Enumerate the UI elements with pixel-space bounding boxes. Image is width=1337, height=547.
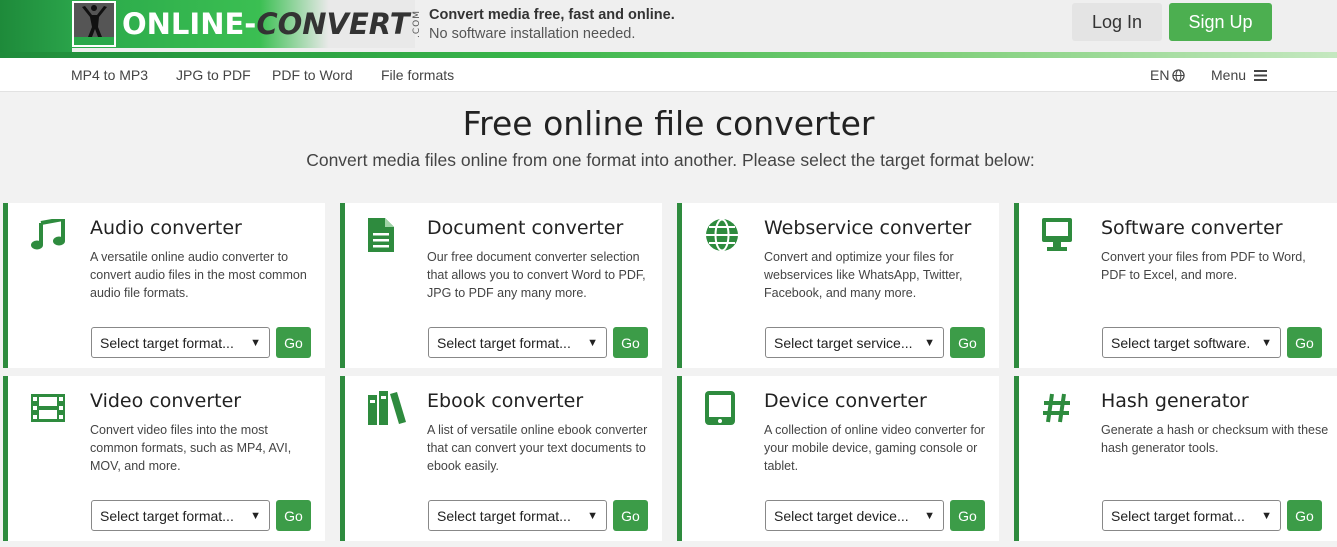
chevron-down-icon: ▼	[924, 509, 935, 522]
card-description: Convert and optimize your files for webs…	[764, 250, 963, 300]
books-icon	[368, 390, 406, 426]
tagline-primary: Convert media free, fast and online.	[429, 7, 675, 23]
card-title: Software converter	[1101, 217, 1283, 239]
card-description: A versatile online audio converter to co…	[90, 250, 307, 300]
target-format-select[interactable]: Select target format... ▼	[91, 500, 270, 531]
nav-link-file-formats[interactable]: File formats	[381, 67, 454, 83]
card-description: Our free document converter selection th…	[427, 250, 646, 300]
tagline-secondary: No software installation needed.	[429, 26, 636, 42]
card-title: Ebook converter	[427, 390, 584, 412]
language-label: EN	[1150, 67, 1170, 83]
chevron-down-icon: ▼	[587, 509, 598, 522]
card-title: Webservice converter	[764, 217, 972, 239]
tagline: Convert media free, fast and online. No …	[429, 6, 675, 44]
target-service-select[interactable]: Select target service... ▼	[765, 327, 944, 358]
menu-label: Menu	[1211, 67, 1247, 83]
select-value: Select target software.	[1111, 334, 1251, 351]
card-webservice-converter: Webservice converter Convert and optimiz…	[677, 203, 999, 368]
chevron-down-icon: ▼	[1261, 336, 1272, 349]
card-description: Convert your files from PDF to Word, PDF…	[1101, 250, 1306, 282]
go-button[interactable]: Go	[276, 500, 311, 531]
page-title: Free online file converter	[462, 104, 875, 143]
select-value: Select target format...	[100, 507, 234, 524]
select-value: Select target format...	[1111, 507, 1245, 524]
chevron-down-icon: ▼	[1261, 509, 1272, 522]
card-ebook-converter: Ebook converter A list of versatile onli…	[340, 376, 662, 541]
go-button[interactable]: Go	[950, 327, 985, 358]
language-selector[interactable]: EN	[1150, 67, 1186, 83]
target-format-select[interactable]: Select target format... ▼	[91, 327, 270, 358]
globe-icon	[705, 217, 743, 253]
film-icon	[31, 390, 69, 426]
card-description: Generate a hash or checksum with these h…	[1101, 423, 1329, 455]
go-button[interactable]: Go	[1287, 500, 1322, 531]
select-value: Select target format...	[100, 334, 234, 351]
card-description: A list of versatile online ebook convert…	[427, 423, 648, 473]
monitor-icon	[1042, 217, 1080, 253]
go-button[interactable]: Go	[613, 500, 648, 531]
hamburger-icon	[1254, 69, 1268, 81]
header-accent	[0, 0, 72, 58]
nav-link-mp4-to-mp3[interactable]: MP4 to MP3	[71, 67, 148, 83]
card-title: Document converter	[427, 217, 624, 239]
target-format-select[interactable]: Select target format... ▼	[1102, 500, 1281, 531]
card-device-converter: Device converter A collection of online …	[677, 376, 999, 541]
card-audio-converter: Audio converter A versatile online audio…	[3, 203, 325, 368]
select-value: Select target service...	[774, 334, 913, 351]
target-software-select[interactable]: Select target software. ▼	[1102, 327, 1281, 358]
card-video-converter: Video converter Convert video files into…	[3, 376, 325, 541]
go-button[interactable]: Go	[276, 327, 311, 358]
target-format-select[interactable]: Select target format... ▼	[428, 500, 607, 531]
music-note-icon	[31, 217, 69, 253]
globe-icon	[1172, 68, 1186, 82]
card-description: A collection of online video converter f…	[764, 423, 985, 473]
logo-wordmark: ONLINE-CONVERT	[122, 0, 410, 48]
tablet-icon	[705, 390, 743, 426]
card-hash-generator: Hash generator Generate a hash or checks…	[1014, 376, 1337, 541]
site-logo[interactable]: ONLINE-CONVERT .COM	[70, 0, 422, 48]
nav-link-jpg-to-pdf[interactable]: JPG to PDF	[176, 67, 251, 83]
select-value: Select target format...	[437, 334, 571, 351]
chevron-down-icon: ▼	[924, 336, 935, 349]
chevron-down-icon: ▼	[587, 336, 598, 349]
go-button[interactable]: Go	[613, 327, 648, 358]
card-title: Hash generator	[1101, 390, 1249, 412]
target-format-select[interactable]: Select target format... ▼	[428, 327, 607, 358]
card-title: Device converter	[764, 390, 927, 412]
select-value: Select target format...	[437, 507, 571, 524]
logo-com: .COM	[411, 10, 422, 38]
logo-word-online: ONLINE-	[122, 7, 257, 41]
menu-button[interactable]: Menu	[1211, 67, 1268, 83]
logo-figure-icon	[72, 1, 116, 47]
document-icon	[368, 217, 406, 253]
go-button[interactable]: Go	[950, 500, 985, 531]
nav-bar: MP4 to MP3 JPG to PDF PDF to Word File f…	[0, 58, 1337, 92]
logo-word-convert: CONVERT	[256, 7, 410, 41]
card-title: Video converter	[90, 390, 242, 412]
signup-button[interactable]: Sign Up	[1169, 3, 1272, 41]
target-device-select[interactable]: Select target device... ▼	[765, 500, 944, 531]
card-software-converter: Software converter Convert your files fr…	[1014, 203, 1337, 368]
chevron-down-icon: ▼	[250, 509, 261, 522]
go-button[interactable]: Go	[1287, 327, 1322, 358]
page-subtitle: Convert media files online from one form…	[306, 150, 1035, 170]
header: ONLINE-CONVERT .COM Convert media free, …	[0, 0, 1337, 58]
nav-link-pdf-to-word[interactable]: PDF to Word	[272, 67, 353, 83]
hash-icon	[1042, 390, 1080, 426]
card-description: Convert video files into the most common…	[90, 423, 292, 473]
card-title: Audio converter	[90, 217, 242, 239]
select-value: Select target device...	[774, 507, 909, 524]
card-document-converter: Document converter Our free document con…	[340, 203, 662, 368]
chevron-down-icon: ▼	[250, 336, 261, 349]
login-button[interactable]: Log In	[1072, 3, 1162, 41]
